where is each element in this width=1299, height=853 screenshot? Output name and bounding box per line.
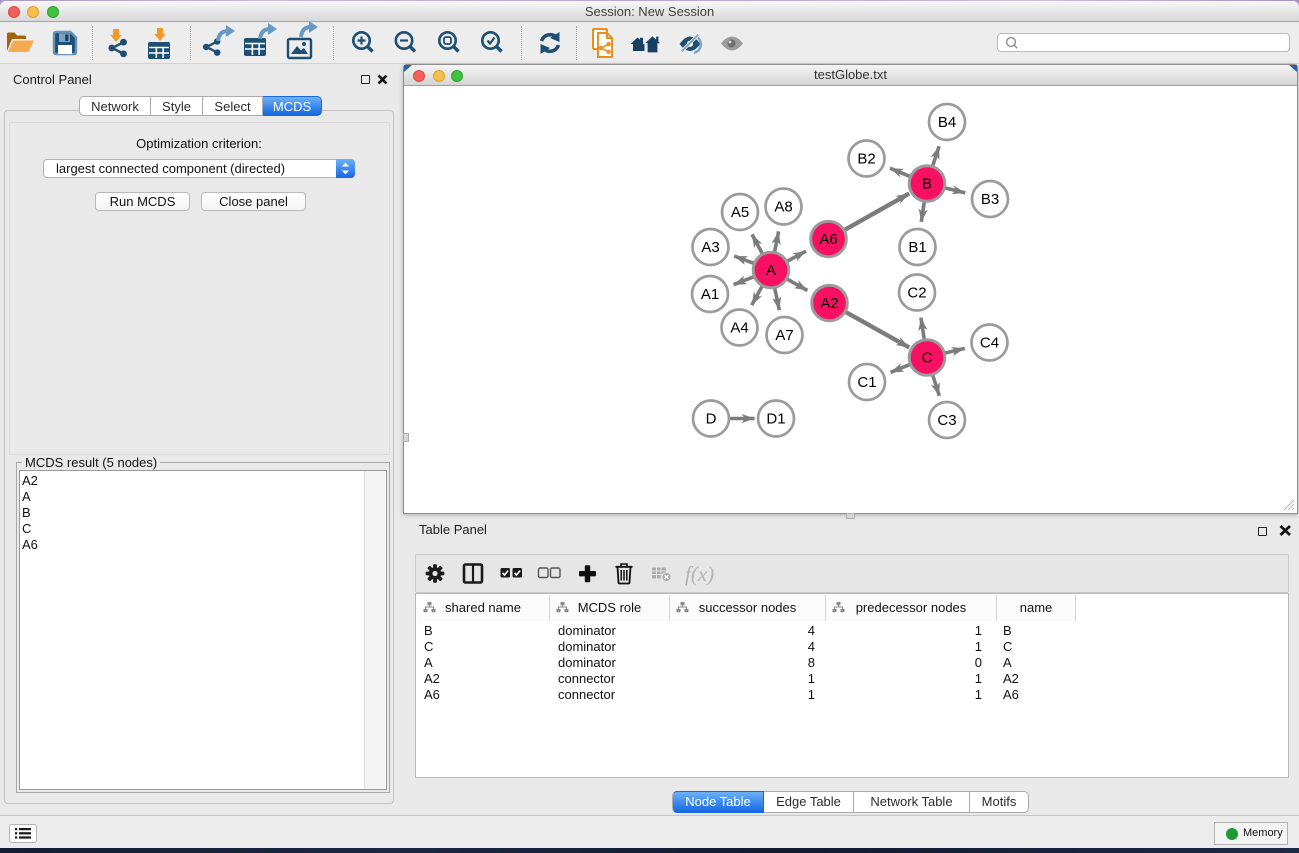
svg-text:A3: A3	[701, 239, 719, 256]
svg-text:A2: A2	[820, 295, 838, 312]
svg-text:A4: A4	[730, 320, 748, 337]
svg-text:A: A	[766, 262, 776, 279]
svg-text:C3: C3	[937, 412, 956, 429]
svg-text:C4: C4	[980, 335, 999, 352]
svg-text:D1: D1	[766, 411, 785, 428]
svg-text:B: B	[922, 176, 932, 193]
svg-text:C: C	[922, 350, 933, 367]
svg-text:C1: C1	[857, 374, 876, 391]
svg-text:B1: B1	[908, 239, 926, 256]
svg-text:A7: A7	[775, 327, 793, 344]
svg-text:A8: A8	[774, 199, 792, 216]
svg-text:A5: A5	[731, 204, 749, 221]
svg-text:B3: B3	[981, 191, 999, 208]
svg-text:B2: B2	[857, 151, 875, 168]
svg-text:A6: A6	[819, 231, 837, 248]
svg-text:D: D	[706, 411, 717, 428]
svg-text:A1: A1	[701, 286, 719, 303]
svg-text:f(x): f(x)	[685, 562, 714, 586]
svg-text:C2: C2	[907, 285, 926, 302]
svg-text:B4: B4	[938, 114, 956, 131]
